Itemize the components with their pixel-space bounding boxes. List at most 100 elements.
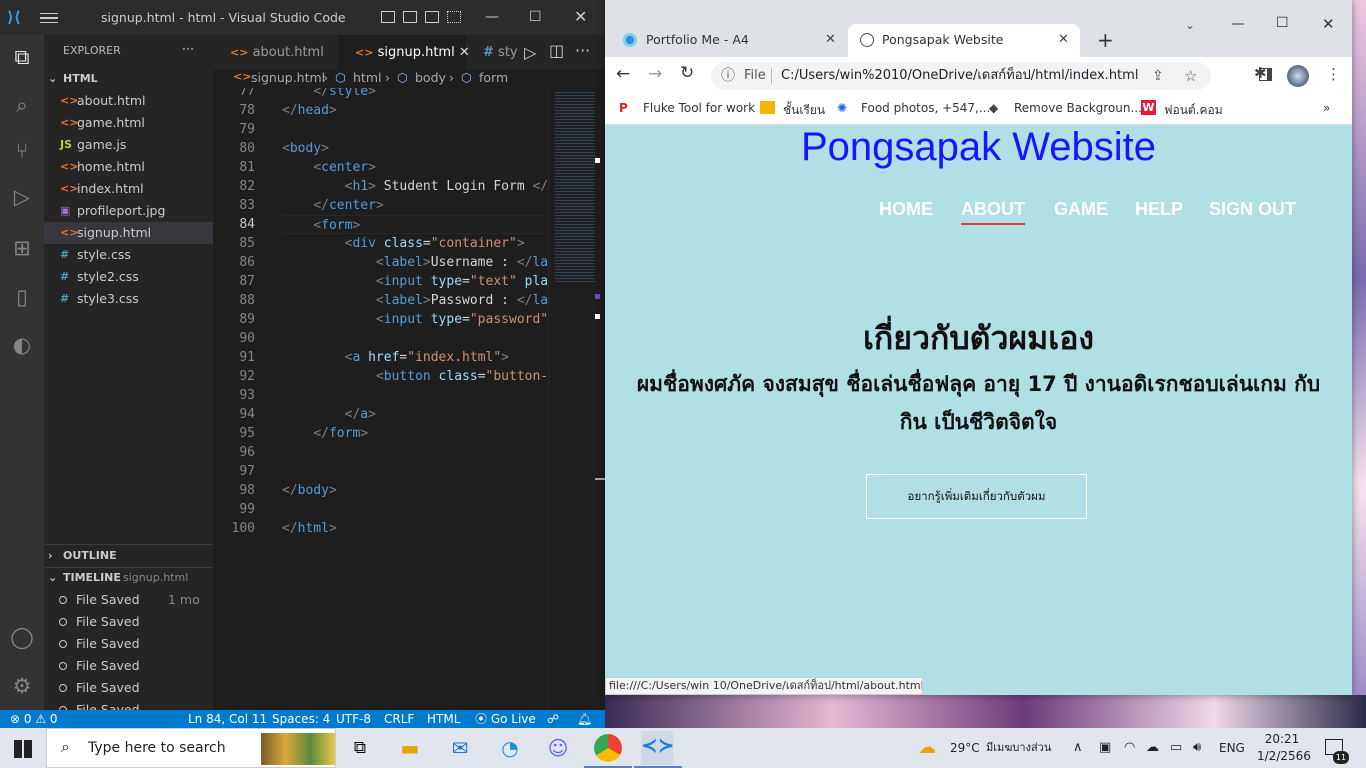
- timeline-item[interactable]: File Saved: [44, 677, 213, 699]
- clock[interactable]: 20:21 1/2/2566: [1257, 731, 1311, 765]
- extensions-icon[interactable]: ⊞: [8, 234, 36, 262]
- bookmark-2[interactable]: ชั้นเรียน: [783, 101, 825, 120]
- code-line[interactable]: <label>Password : </label: [282, 291, 548, 310]
- forward-icon[interactable]: →: [648, 64, 662, 84]
- file-explorer-icon[interactable]: ▬: [396, 734, 424, 762]
- bookmark-4[interactable]: Remove Backgroun...: [1014, 101, 1142, 115]
- weather-desc[interactable]: มีเมฆบางส่วน: [986, 728, 1051, 768]
- new-tab-icon[interactable]: +: [1097, 28, 1114, 52]
- mail-icon[interactable]: ✉: [446, 734, 474, 762]
- indentation[interactable]: Spaces: 4: [272, 710, 330, 728]
- bookmark-5[interactable]: ฟอนต์.คอม: [1164, 101, 1223, 120]
- run-debug-icon[interactable]: ▷: [8, 183, 36, 211]
- language-mode[interactable]: HTML: [427, 710, 460, 728]
- toggle-secondary-sidebar-icon[interactable]: [425, 11, 439, 23]
- feedback-icon[interactable]: ☍: [547, 710, 559, 728]
- run-icon[interactable]: ▷: [524, 43, 536, 62]
- file-item[interactable]: # style2.css: [44, 266, 213, 288]
- windows-start-icon[interactable]: [14, 740, 32, 758]
- search-icon[interactable]: ⌕: [8, 91, 36, 119]
- code-line[interactable]: </form>: [282, 424, 368, 443]
- minimize-icon[interactable]: —: [485, 9, 499, 25]
- chrome-minimize-icon[interactable]: —: [1231, 16, 1245, 32]
- split-editor-icon[interactable]: ◫: [549, 41, 564, 60]
- nav-game[interactable]: GAME: [1054, 199, 1108, 220]
- breadcrumb-html[interactable]: html: [353, 70, 381, 85]
- menu-icon[interactable]: [40, 13, 58, 23]
- code-line[interactable]: <input type="text" placeholder: [282, 272, 548, 291]
- code-line[interactable]: </style>: [282, 88, 376, 101]
- file-item[interactable]: # style.css: [44, 244, 213, 266]
- nav-about[interactable]: ABOUT: [961, 199, 1025, 225]
- chrome-maximize-icon[interactable]: ☐: [1276, 15, 1289, 31]
- code-line[interactable]: <label>Username : </label: [282, 253, 548, 272]
- edge-devtools-icon[interactable]: ◐: [8, 331, 36, 359]
- battery-icon[interactable]: ▭: [1170, 728, 1182, 768]
- go-live-button[interactable]: ⦿ Go Live: [475, 710, 536, 728]
- chrome-taskbar-icon[interactable]: [594, 734, 622, 762]
- file-item[interactable]: <> game.html: [44, 112, 213, 134]
- toggle-sidebar-icon[interactable]: [381, 11, 395, 23]
- timeline-item[interactable]: File Saved: [44, 655, 213, 677]
- more-editor-actions-icon[interactable]: ···: [575, 41, 590, 60]
- tab-signup[interactable]: <> signup.html ✕: [338, 35, 470, 70]
- encoding[interactable]: UTF-8: [336, 710, 371, 728]
- bookmark-3[interactable]: Food photos, +547,...: [861, 101, 990, 115]
- taskbar-search[interactable]: ⌕ Type here to search: [46, 728, 336, 768]
- file-item[interactable]: JS game.js: [44, 134, 213, 156]
- code-line[interactable]: </center>: [282, 196, 383, 215]
- bookmark-1[interactable]: Fluke Tool for work: [643, 101, 755, 115]
- nav-signout[interactable]: SIGN OUT: [1209, 199, 1296, 220]
- notifications-bell-icon[interactable]: 🔔︎: [577, 710, 592, 728]
- customize-layout-icon[interactable]: [447, 11, 461, 23]
- file-item[interactable]: <> about.html: [44, 90, 213, 112]
- timeline-item[interactable]: File Saved 1 mo: [44, 589, 213, 611]
- tab-pongsapak[interactable]: Pongsapak Website ✕: [848, 24, 1080, 57]
- reload-icon[interactable]: ↻: [680, 63, 694, 83]
- toggle-panel-icon[interactable]: [403, 11, 417, 23]
- vscode-taskbar-icon[interactable]: ≺≻: [641, 731, 675, 765]
- code-line[interactable]: <body>: [282, 139, 329, 158]
- code-line[interactable]: <input type="password": [282, 310, 548, 329]
- file-item[interactable]: ▣ profileport.jpg: [44, 200, 213, 222]
- tab-about[interactable]: <> about.html: [213, 35, 338, 70]
- line-ending[interactable]: CRLF: [384, 710, 414, 728]
- address-bar[interactable]: ⓘ File C:/Users/win%2010/OneDrive/เดสก์ท…: [711, 62, 1211, 90]
- code-editor[interactable]: 77 </style> 78 </head> 79 80 <body> 81 <center…: [213, 88, 548, 710]
- file-item[interactable]: <> signup.html: [44, 222, 213, 244]
- code-line[interactable]: </html>: [282, 519, 337, 538]
- source-control-icon[interactable]: ⑂: [8, 137, 36, 165]
- cloud-sync-icon[interactable]: ☁: [1146, 728, 1159, 768]
- share-icon[interactable]: ⇪: [1152, 62, 1164, 90]
- nav-home[interactable]: HOME: [879, 199, 933, 220]
- manage-gear-icon[interactable]: ⚙: [8, 672, 36, 700]
- outline-section[interactable]: › OUTLINE: [44, 545, 213, 567]
- nav-help[interactable]: HELP: [1135, 199, 1183, 220]
- breadcrumb-form[interactable]: form: [479, 70, 508, 85]
- more-actions-icon[interactable]: ···: [182, 41, 194, 56]
- chrome-menu-icon[interactable]: ⋮: [1326, 65, 1341, 83]
- problems-indicator[interactable]: ⊗ 0 ⚠ 0: [10, 710, 58, 728]
- code-line[interactable]: <button class="button-3": [282, 367, 548, 386]
- discord-icon[interactable]: ☺: [544, 734, 572, 762]
- close-icon[interactable]: ✕: [574, 7, 587, 26]
- tab-close-icon[interactable]: ✕: [825, 24, 836, 55]
- accounts-icon[interactable]: ◯: [8, 623, 36, 651]
- breadcrumb-body[interactable]: body: [415, 70, 446, 85]
- edge-icon[interactable]: ◔: [496, 734, 524, 762]
- profile-avatar[interactable]: [1287, 65, 1309, 87]
- bookmark-star-icon[interactable]: ☆: [1184, 62, 1197, 90]
- code-line[interactable]: </head>: [282, 101, 337, 120]
- file-item[interactable]: # style3.css: [44, 288, 213, 310]
- timeline-item[interactable]: File Saved: [44, 633, 213, 655]
- tab-close-icon[interactable]: ✕: [1058, 24, 1069, 55]
- folder-header[interactable]: ⌄ HTML: [44, 68, 213, 90]
- tab-search-icon[interactable]: ⌄: [1185, 18, 1195, 32]
- timeline-item[interactable]: File Saved: [44, 611, 213, 633]
- code-line[interactable]: <div class="container">: [282, 234, 525, 253]
- more-bookmarks-icon[interactable]: »: [1323, 101, 1330, 115]
- back-icon[interactable]: ←: [616, 64, 630, 84]
- timeline-section[interactable]: ⌄ TIMELINE signup.html: [44, 567, 213, 589]
- url-text[interactable]: C:/Users/win%2010/OneDrive/เดสก์ท็อป/htm…: [781, 62, 1138, 90]
- meet-now-icon[interactable]: ▣: [1099, 728, 1111, 768]
